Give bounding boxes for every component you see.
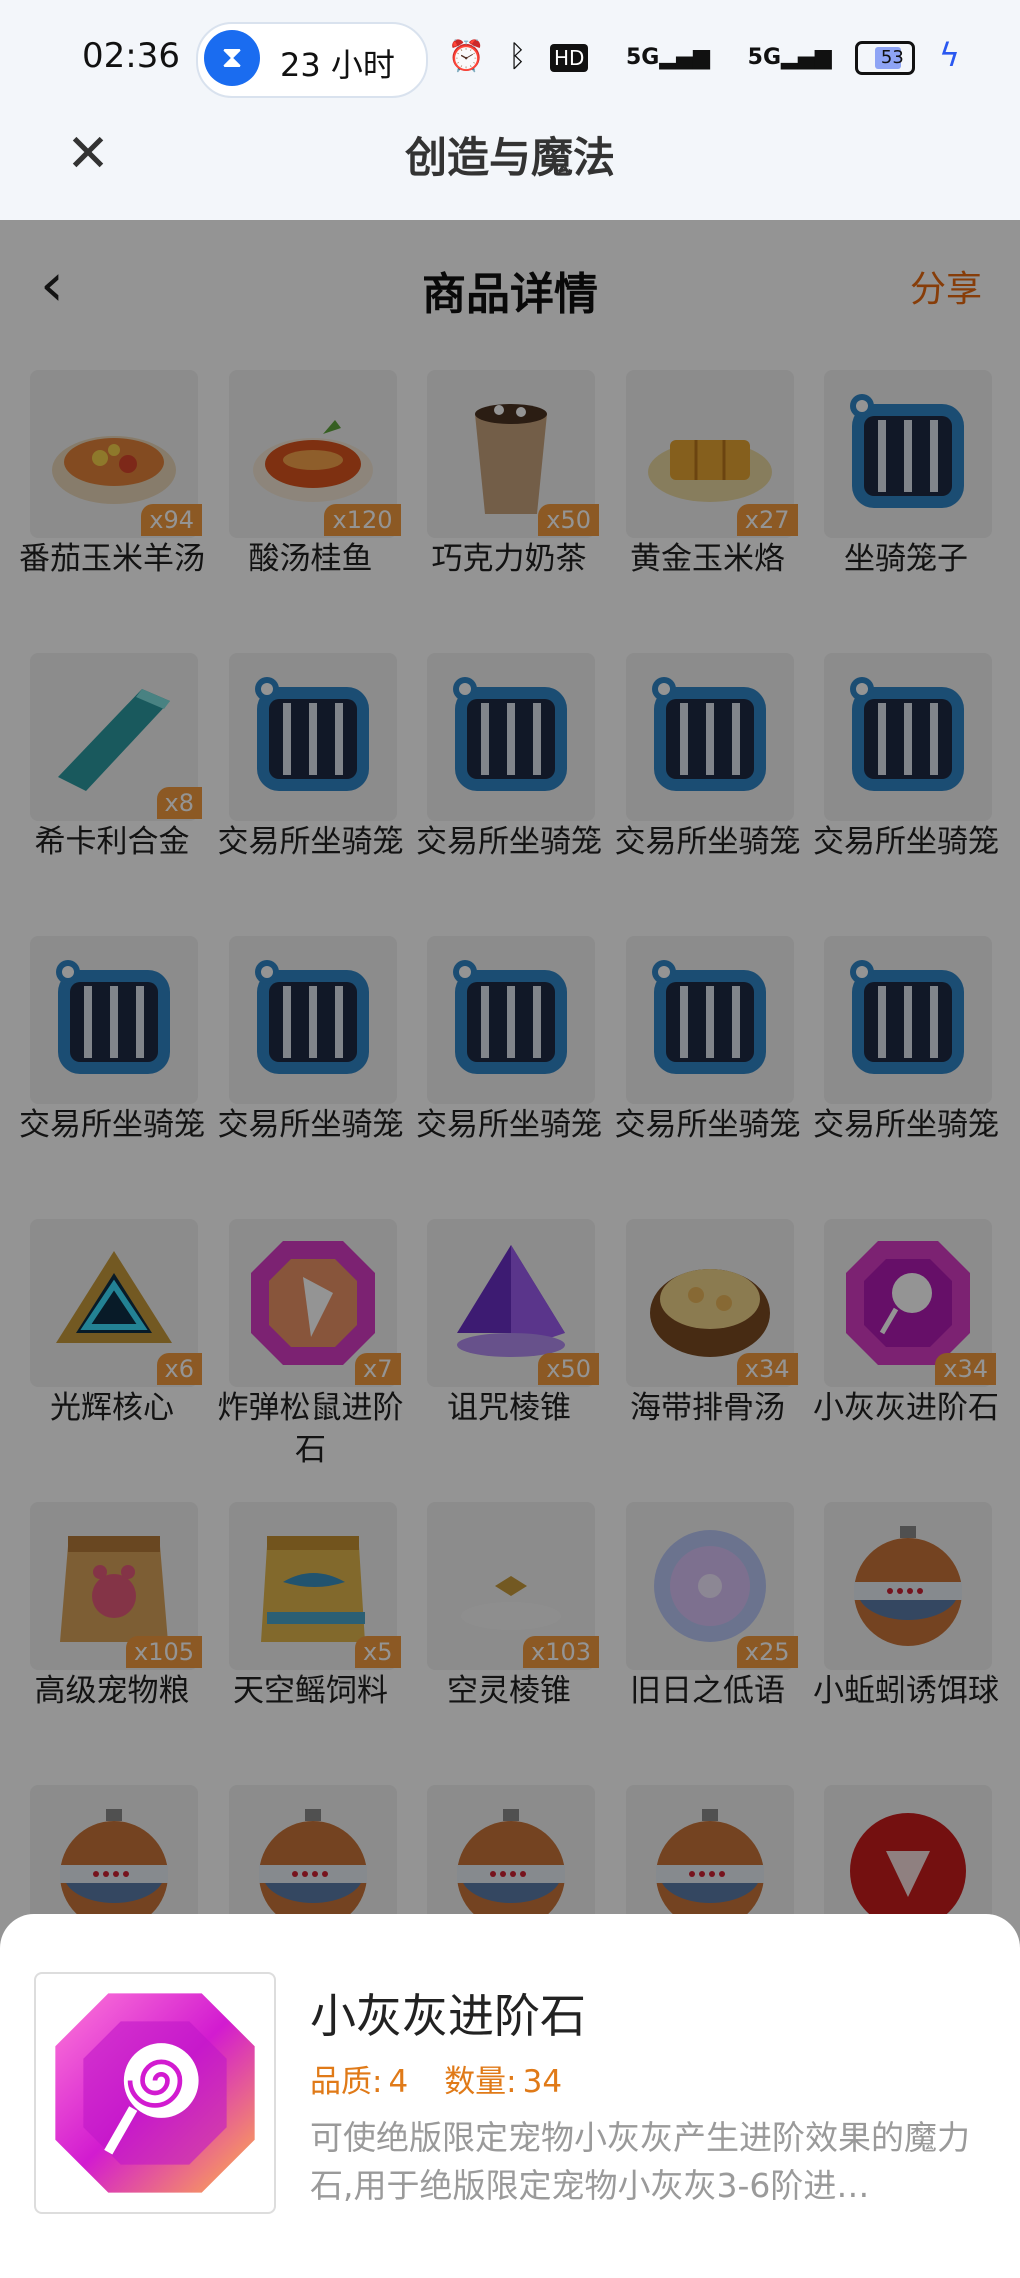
- signal-icon: 5G▂▄▆: [747, 45, 832, 70]
- app-title: 创造与魔法: [404, 133, 615, 182]
- status-time: 02:36: [82, 36, 180, 76]
- quality-label: 品质:: [310, 2064, 383, 2100]
- sheet-item-description: 可使绝版限定宠物小灰灰产生进阶效果的魔力石,用于绝版限定宠物小灰灰3-6阶进…: [310, 2118, 970, 2205]
- quality-value: 4: [388, 2064, 409, 2100]
- hourglass-icon: ⧗: [204, 30, 260, 86]
- item-detail-sheet: 小灰灰进阶石 品质: 4 数量: 34 可使绝版限定宠物小灰灰产生进阶效果的魔力石,用…: [0, 1914, 1020, 2278]
- mini-app-header: ✕ 创造与魔法: [0, 120, 1020, 220]
- battery-icon: 53: [855, 40, 916, 75]
- status-bar: 02:36 ⧗ 23 小时 ⏰ ᛒ HD 5G▂▄▆ 5G▂▄▆ 53 ϟ: [0, 0, 1020, 120]
- screen-time-pill[interactable]: ⧗ 23 小时: [196, 22, 428, 98]
- bluetooth-icon: ᛒ: [508, 39, 527, 74]
- sheet-item-image: [34, 1972, 276, 2214]
- count-value: 34: [522, 2064, 563, 2100]
- battery-level: 53: [880, 46, 904, 68]
- sheet-item-meta: 品质: 4 数量: 34: [310, 2056, 568, 2101]
- alarm-icon: ⏰: [447, 39, 485, 74]
- hd-voice-icon: HD: [549, 43, 589, 72]
- lollipop-gem-icon: [55, 1993, 255, 2193]
- charging-icon: ϟ: [938, 36, 960, 74]
- signal-icon: 5G▂▄▆: [625, 45, 711, 70]
- status-icons: ⏰ ᛒ HD 5G▂▄▆ 5G▂▄▆ 53 ϟ: [434, 36, 960, 75]
- count-label: 数量:: [444, 2064, 517, 2100]
- sheet-item-title: 小灰灰进阶石: [310, 1989, 586, 2043]
- screen-time-text: 23 小时: [280, 46, 395, 84]
